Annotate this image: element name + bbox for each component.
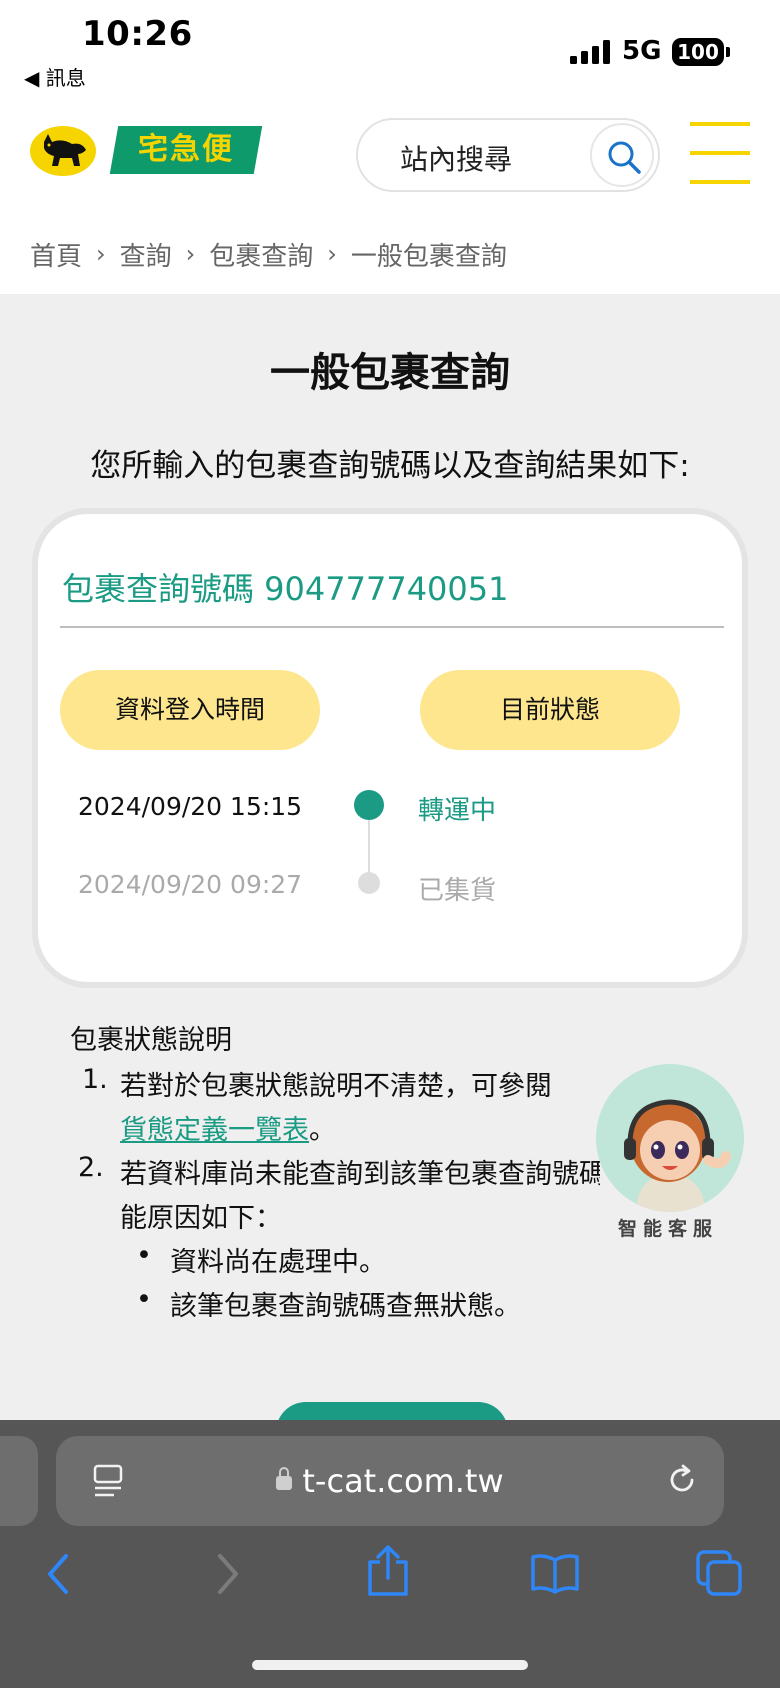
hamburger-menu-icon[interactable] [690,122,750,184]
breadcrumb-home[interactable]: 首頁 [30,236,82,273]
search-button[interactable] [590,123,654,187]
tracking-result-card: 包裹查詢號碼 904777740051 資料登入時間 目前狀態 2024/09/… [32,508,748,988]
browser-toolbar: t-cat.com.tw [0,1420,780,1688]
current-status-dot-icon [354,790,384,820]
bookmarks-icon[interactable] [530,1552,580,1594]
forward-arrow-icon[interactable] [212,1550,244,1598]
tabs-icon[interactable] [696,1550,742,1596]
past-status-dot-icon [358,872,380,894]
reload-icon[interactable] [664,1462,700,1498]
back-to-app-link[interactable]: ◀ 訊息 [24,62,86,91]
site-search-box[interactable]: 站內搜尋 [356,118,660,192]
network-type: 5G [622,36,662,66]
url-text: t-cat.com.tw [302,1462,504,1500]
smart-assistant-avatar-icon[interactable] [596,1064,744,1212]
breadcrumb-package-query[interactable]: 包裹查詢 [209,236,313,273]
lock-icon [276,1467,293,1490]
bullet-icon: • [136,1240,152,1271]
note-text: 能原因如下： [120,1203,282,1234]
list-number: 1. [82,1064,108,1095]
takkyubin-logo[interactable]: 宅急便 [109,126,263,174]
breadcrumb: 首頁 › 查詢 › 包裹查詢 › 一般包裹查詢 [0,214,780,294]
bullet-text: 該筆包裹查詢號碼查無狀態。 [170,1291,521,1322]
page-subtitle: 您所輸入的包裹查詢號碼以及查詢結果如下: [90,448,690,484]
black-cat-logo-icon[interactable] [30,126,96,176]
battery-tip [726,47,730,57]
list-number: 2. [78,1152,104,1183]
bullet-text: 資料尚在處理中。 [170,1247,386,1278]
previous-tab-peek[interactable] [0,1436,38,1526]
event-status: 已集貨 [418,876,497,906]
share-icon[interactable] [366,1544,410,1598]
breadcrumb-current: 一般包裹查詢 [350,241,507,272]
bullet-icon: • [136,1284,152,1315]
url-display: t-cat.com.tw [56,1462,724,1500]
cellular-signal-icon [570,40,612,64]
breadcrumb-query[interactable]: 查詢 [120,236,172,273]
notes-title: 包裹狀態說明 [70,1025,232,1056]
event-time: 2024/09/20 09:27 [78,870,303,899]
chevron-right-icon: › [185,240,196,268]
note-text: 若資料庫尚未能查詢到該筆包裹查詢號碼 [120,1159,600,1190]
tracking-number: 包裹查詢號碼 904777740051 [62,570,509,608]
search-label: 站內搜尋 [400,143,513,176]
column-header-time: 資料登入時間 [60,670,320,750]
clock: 10:26 [82,14,193,54]
note-text: 。 [309,1115,336,1146]
event-time: 2024/09/20 15:15 [78,792,303,821]
site-header: 宅急便 站內搜尋 [0,100,780,214]
note-text: 若對於包裹狀態說明不清楚，可參閱 [120,1071,552,1102]
event-status: 轉運中 [418,796,497,826]
chevron-right-icon: › [96,240,106,268]
battery-icon: 100 [672,38,724,66]
smart-assistant-label[interactable]: 智能客服 [618,1214,718,1241]
address-bar[interactable]: t-cat.com.tw [56,1436,724,1526]
home-indicator[interactable] [252,1660,528,1670]
search-icon [608,141,641,174]
column-header-status: 目前狀態 [420,670,680,750]
status-definition-link[interactable]: 貨態定義一覽表 [120,1115,309,1146]
timeline-connector [368,820,370,872]
status-bar: 10:26 ◀ 訊息 5G 100 [0,0,780,100]
chevron-right-icon: › [327,240,337,268]
divider [60,626,724,628]
logo-text: 宅急便 [138,132,234,167]
page-title: 一般包裹查詢 [270,350,510,396]
back-arrow-icon[interactable] [42,1550,74,1598]
